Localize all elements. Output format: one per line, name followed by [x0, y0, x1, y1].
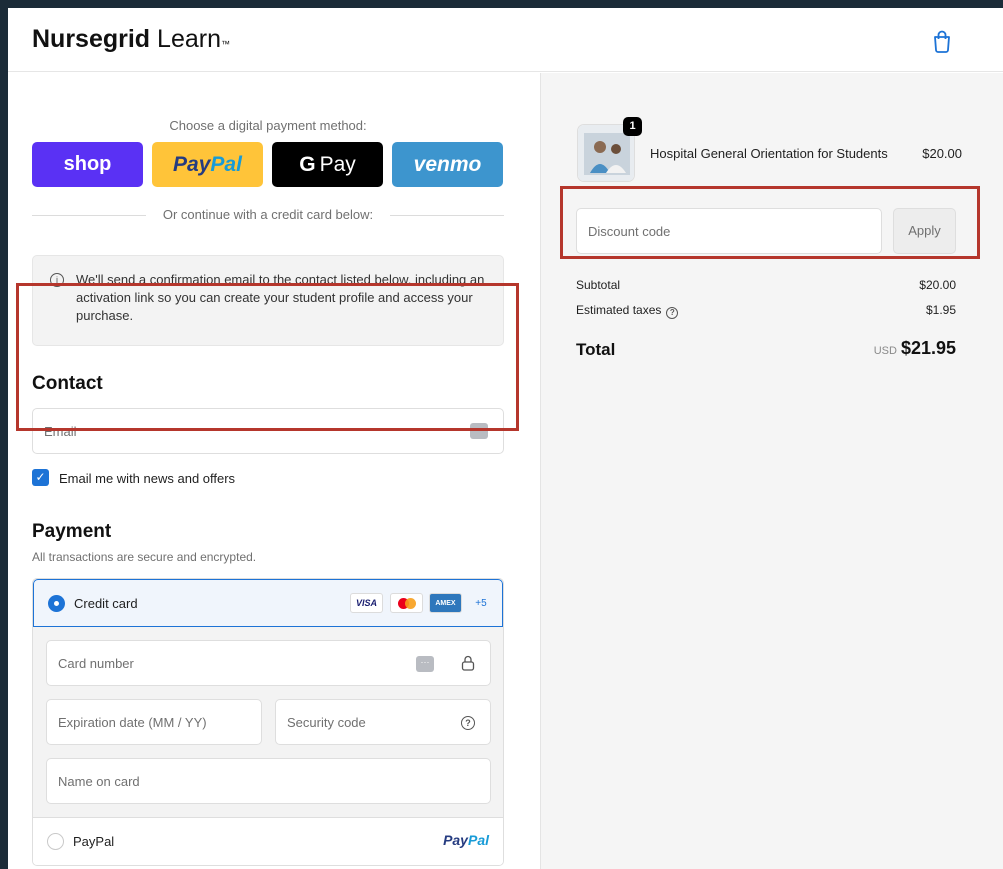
subtotal-label: Subtotal: [576, 278, 621, 292]
brand-name: Nursegrid: [32, 25, 151, 53]
total-amount: $21.95: [900, 338, 956, 358]
paypal-express-button[interactable]: Pay Pal: [152, 142, 263, 187]
subtotal-row: Subtotal $20.00: [576, 278, 956, 292]
product-price: $20.00: [922, 146, 962, 161]
mastercard-icon: [390, 593, 423, 613]
name-on-card-placeholder: Name on card: [58, 774, 140, 789]
lock-icon: [461, 655, 475, 671]
shop-pay-button[interactable]: shop: [32, 142, 143, 187]
currency-code: USD: [873, 345, 897, 357]
expiration-date-field[interactable]: Expiration date (MM / YY): [46, 699, 262, 745]
card-number-field[interactable]: Card number ···: [46, 640, 491, 686]
brand-trademark: ™: [221, 39, 230, 49]
total-label: Total: [576, 340, 616, 359]
newsletter-checkbox[interactable]: ✓: [32, 469, 49, 486]
paypal-label-b: Pal: [210, 152, 242, 176]
paypal-radio[interactable]: [47, 833, 64, 850]
quantity-badge: 1: [623, 117, 642, 136]
visa-icon: VISA: [350, 593, 383, 613]
paypal-label: PayPal: [73, 834, 115, 849]
paypal-logo-icon: PayPal: [443, 832, 489, 848]
payment-divider: Or continue with a credit card below:: [32, 206, 504, 226]
shopping-bag-icon[interactable]: [931, 29, 953, 53]
express-checkout-prompt: Choose a digital payment method:: [169, 118, 367, 133]
venmo-label: venmo: [413, 152, 482, 176]
payment-methods: Credit card VISA AMEX +5 Card number ···…: [32, 578, 504, 866]
autofill-icon[interactable]: ···: [416, 656, 434, 672]
total-value: USD $21.95: [874, 338, 956, 359]
divider-line-right: [390, 215, 504, 216]
header: Nursegrid Learn™: [8, 8, 1003, 72]
security-code-placeholder: Security code: [287, 715, 366, 730]
more-cards-badge[interactable]: +5: [470, 593, 492, 613]
subtotal-value: $20.00: [919, 278, 956, 292]
taxes-label: Estimated taxes: [576, 303, 662, 317]
newsletter-label[interactable]: Email me with news and offers: [59, 471, 235, 486]
payment-subtext: All transactions are secure and encrypte…: [32, 550, 257, 564]
credit-card-option[interactable]: Credit card VISA AMEX +5: [33, 579, 503, 627]
google-g-icon: G: [299, 152, 316, 176]
product-name: Hospital General Orientation for Student…: [650, 146, 888, 161]
google-pay-button[interactable]: G Pay: [272, 142, 383, 187]
help-icon[interactable]: ?: [666, 307, 679, 319]
card-number-placeholder: Card number: [58, 656, 134, 671]
help-icon[interactable]: ?: [461, 716, 475, 730]
taxes-row: Estimated taxes? $1.95: [576, 303, 956, 319]
name-on-card-field[interactable]: Name on card: [46, 758, 491, 804]
checkout-form: Choose a digital payment method: shop Pa…: [8, 73, 540, 869]
amex-icon: AMEX: [429, 593, 462, 613]
security-code-field[interactable]: Security code ?: [275, 699, 491, 745]
discount-highlight-box: [560, 186, 980, 259]
credit-card-radio[interactable]: [48, 595, 65, 612]
venmo-button[interactable]: venmo: [392, 142, 503, 187]
brand-logo[interactable]: Nursegrid Learn™: [32, 25, 230, 54]
brand-suffix: Learn: [157, 25, 221, 53]
paypal-option[interactable]: PayPal PayPal: [33, 817, 503, 865]
shop-pay-label: shop: [63, 153, 112, 175]
credit-card-label: Credit card: [74, 596, 138, 611]
checkout-window: Nursegrid Learn™ Choose a digital paymen…: [8, 8, 1003, 869]
credit-card-fields: Card number ··· Expiration date (MM / YY…: [33, 627, 503, 817]
payment-heading: Payment: [32, 521, 112, 542]
contact-highlight-box: [16, 283, 519, 431]
expiration-placeholder: Expiration date (MM / YY): [58, 715, 207, 730]
google-pay-label: Pay: [319, 152, 356, 176]
taxes-value: $1.95: [925, 303, 956, 317]
paypal-label-a: Pay: [173, 152, 211, 176]
